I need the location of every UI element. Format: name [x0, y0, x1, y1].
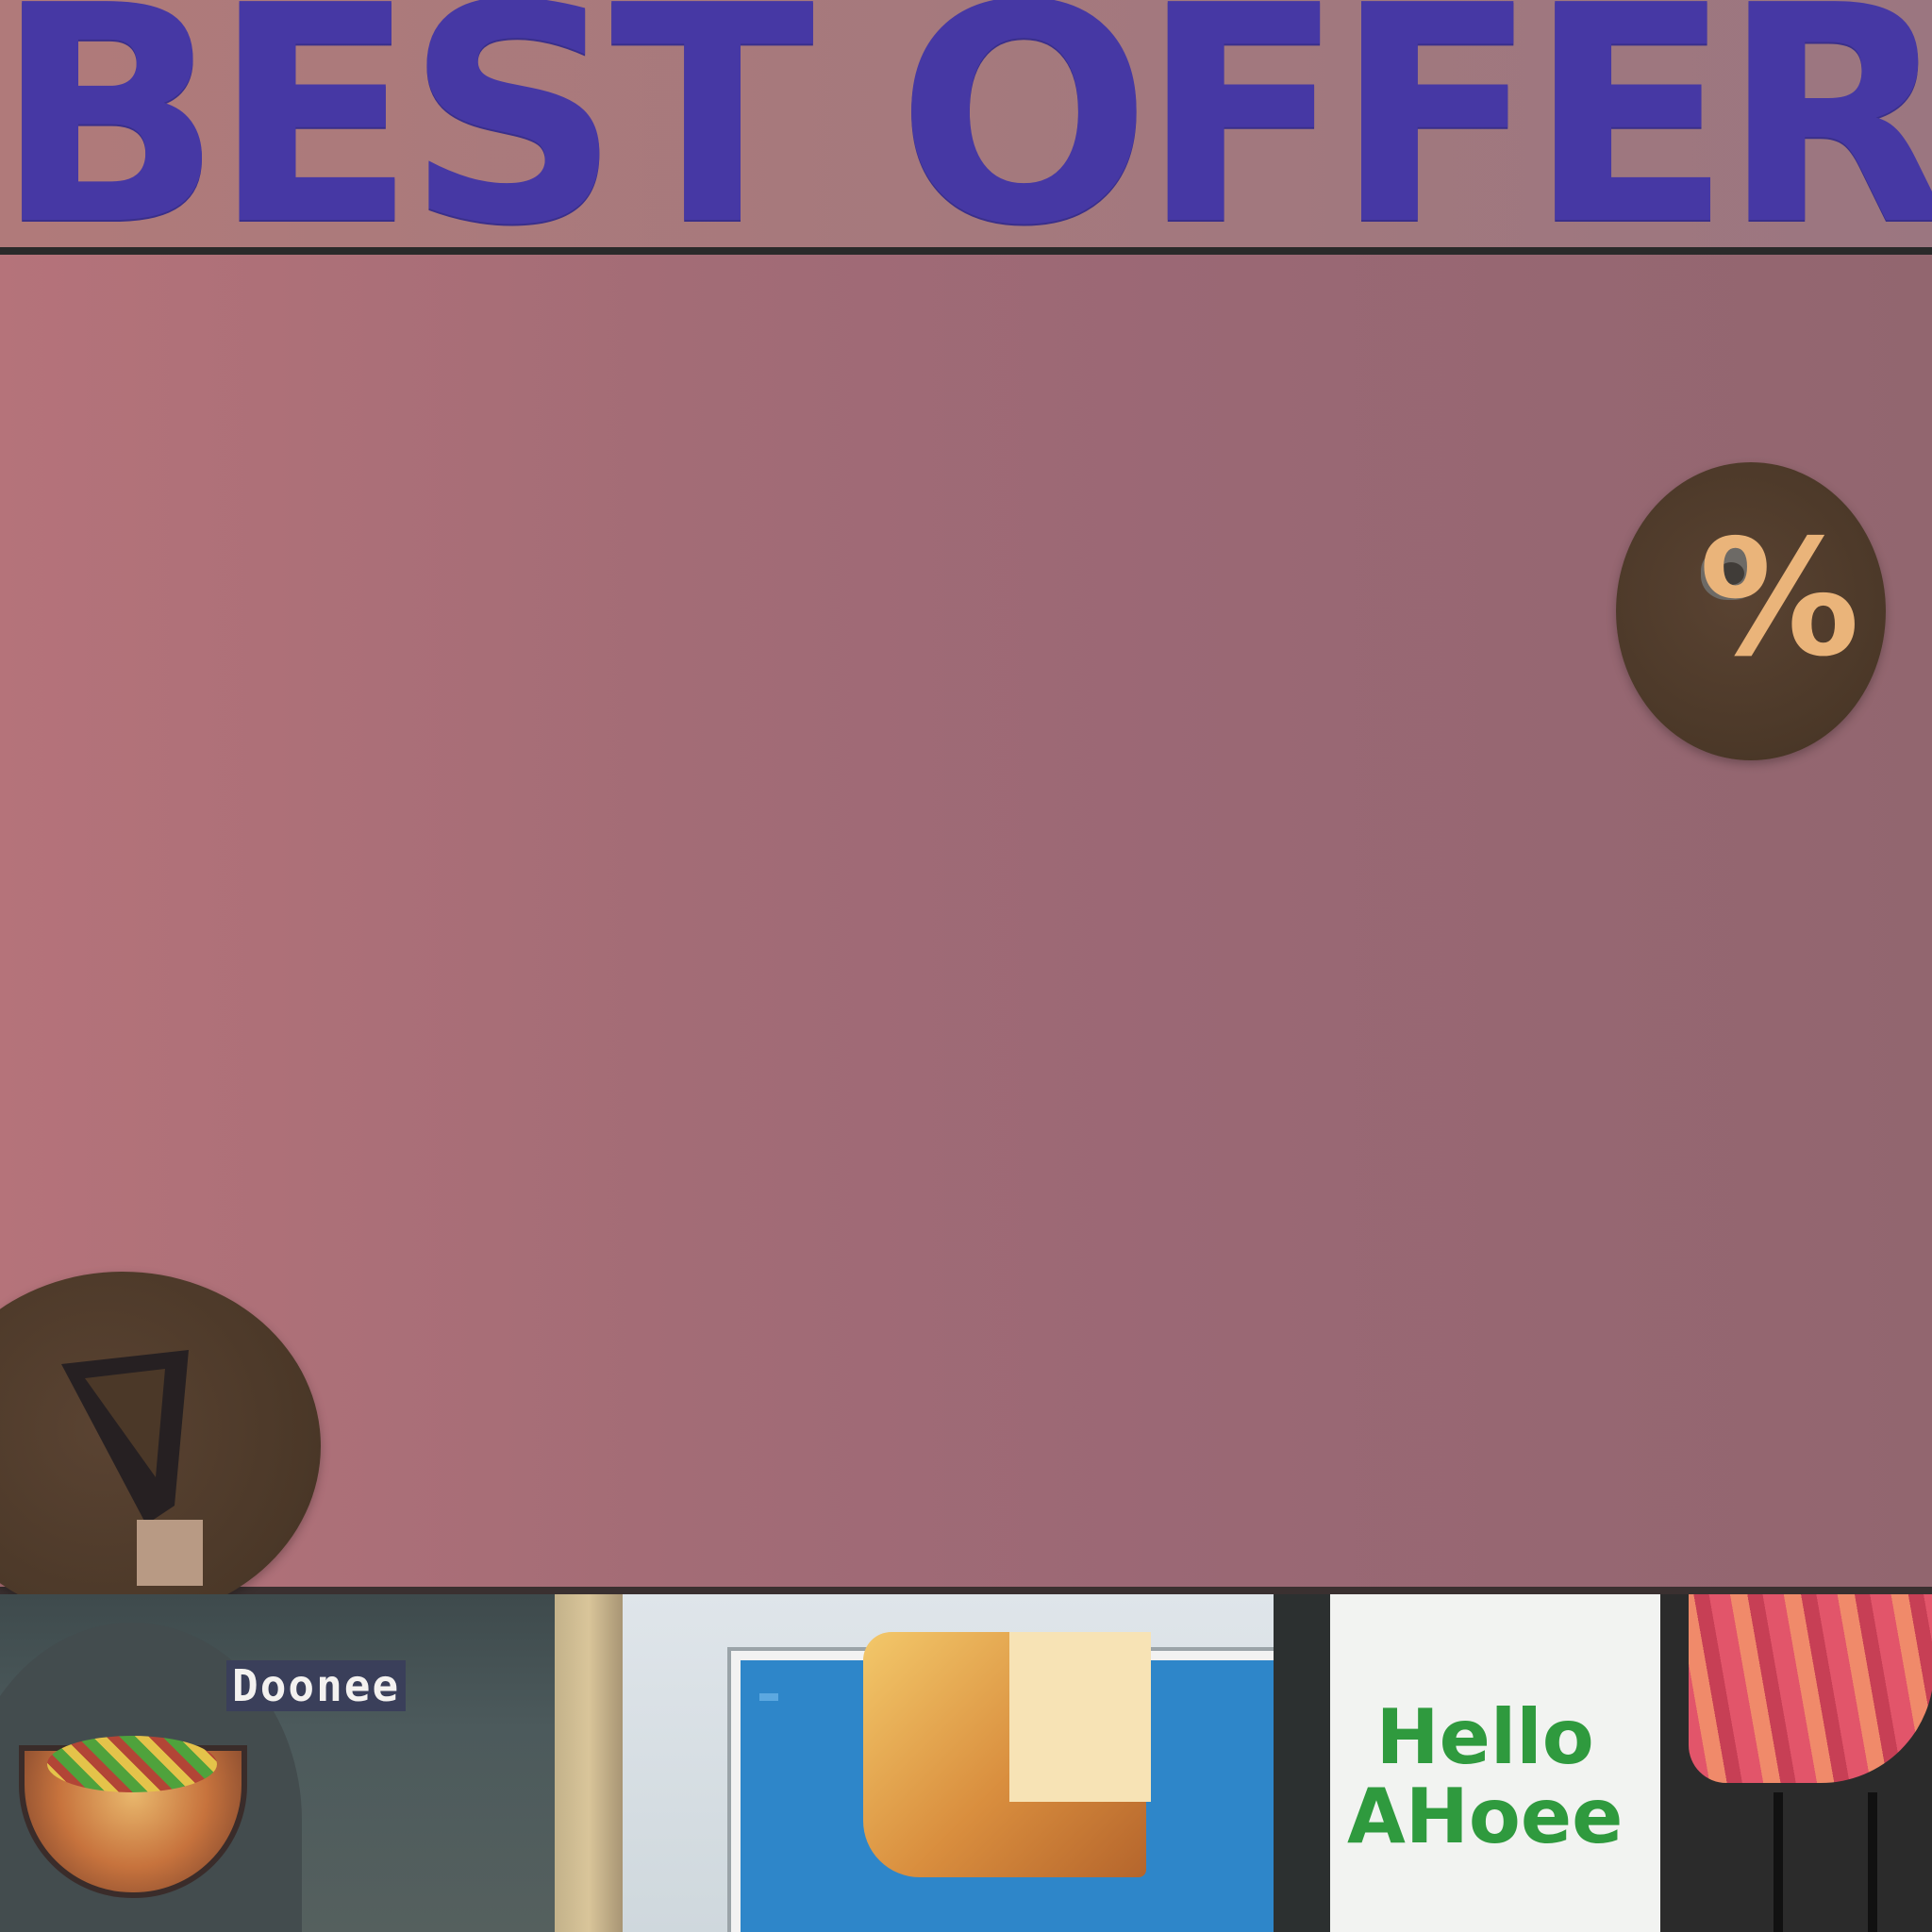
- page-title: BEST OFFER: [0, 0, 1932, 291]
- shop-sign-photo: Hello AHoee: [1330, 1594, 1932, 1932]
- shop-sign-text: Hello AHoee: [1347, 1693, 1624, 1860]
- panel-bottom-edge: [0, 1587, 1932, 1594]
- header-divider: [0, 247, 1932, 255]
- stall-sign-line: Doonee: [226, 1660, 407, 1711]
- food-stall-photo: Doonee: [0, 1594, 555, 1932]
- discount-badge[interactable]: %: [1616, 462, 1886, 760]
- menu-card: [1009, 1632, 1151, 1802]
- menu-board-text: [759, 1693, 778, 1701]
- flower-lamp: [1689, 1594, 1932, 1783]
- door-frame: [1274, 1594, 1330, 1932]
- percent-icon: %: [1699, 506, 1860, 692]
- lamp-stand: [1774, 1792, 1877, 1932]
- check-icon: [61, 1350, 203, 1586]
- photo-collage: Doonee Hello AHoee: [0, 1594, 1932, 1932]
- wood-panel-photo: [555, 1594, 623, 1932]
- offer-page: BEST OFFER % Doonee Hello AHoee: [0, 0, 1932, 1932]
- menu-board-photo: [623, 1594, 1330, 1932]
- salad-greens: [47, 1736, 217, 1792]
- header-banner: BEST OFFER: [0, 0, 1932, 266]
